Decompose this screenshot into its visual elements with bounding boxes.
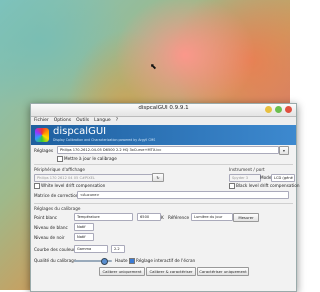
white-level-select[interactable]: Natif [74, 223, 94, 231]
menu-language[interactable]: Langue [94, 117, 111, 125]
tone-curve-select[interactable]: Gamma [74, 245, 108, 253]
app-name: dispcalGUI [53, 126, 107, 137]
instrument-select[interactable]: Spyder 3 [229, 174, 261, 182]
instrument-label: Instrument / port [229, 167, 265, 172]
mouse-cursor-icon: ⬉ [150, 62, 157, 71]
reference-label: Référence [168, 215, 190, 220]
calibrate-profile-button[interactable]: Calibrer & caractériser [146, 267, 196, 276]
menu-tools[interactable]: Outils [76, 117, 89, 125]
window-title: dispcalGUI 0.9.9.1 [138, 105, 189, 111]
display-device-select[interactable]: Philips 170 2612 04 05 C#PIXEL [34, 174, 153, 182]
quality-value: Haute [115, 258, 128, 263]
window-titlebar[interactable]: dispcalGUI 0.9.9.1 [31, 104, 296, 117]
whitepoint-mode-select[interactable]: Température [74, 213, 133, 221]
app-tagline: Display Calibration and Characterization… [53, 138, 156, 142]
white-drift-label: White level drift compensation [41, 183, 106, 188]
app-window: dispcalGUI 0.9.9.1 Fichier Options Outil… [30, 103, 300, 292]
black-drift-checkbox[interactable] [229, 183, 235, 189]
calibrate-only-button[interactable]: Calibrer uniquement [99, 267, 145, 276]
interactive-adjust-label: Réglage interactif de l'écran [136, 258, 196, 263]
white-level-label: Niveau de blanc [34, 225, 68, 230]
calibration-section-title: Réglages du calibrage [34, 206, 81, 211]
profile-only-button[interactable]: Caractériser uniquement [197, 267, 249, 276]
close-icon[interactable] [285, 106, 292, 113]
quality-label: Qualité du calibrage [34, 258, 77, 263]
settings-select[interactable]: Philips 170-2612-04-05 D6500 2.2 HQ 3xCu… [57, 146, 279, 154]
correction-select[interactable]: <Aucune> [77, 191, 289, 199]
display-device-label: Périphérique d'affichage [34, 167, 86, 172]
mode-select[interactable]: LCD (géné [271, 174, 295, 182]
mode-label: Mode [260, 175, 272, 180]
black-level-select[interactable]: Natif [74, 233, 94, 241]
app-logo-icon [35, 128, 49, 142]
measure-button[interactable]: Mesurer [233, 213, 259, 222]
quality-slider-knob[interactable] [101, 258, 108, 265]
interactive-adjust-checkbox[interactable] [129, 258, 135, 264]
correction-label: Matrice de correction [34, 193, 79, 198]
kelvin-unit: K [161, 215, 164, 220]
menu-help[interactable]: ? [116, 117, 118, 125]
gamma-input[interactable]: 2.2 [111, 245, 125, 253]
update-calibration-checkbox[interactable] [57, 156, 63, 162]
whitepoint-label: Point blanc [34, 215, 58, 220]
black-level-label: Niveau de noir [34, 235, 65, 240]
settings-label: Réglages [34, 148, 54, 153]
black-drift-label: Black level drift compensation [236, 183, 300, 188]
white-drift-checkbox[interactable] [34, 183, 40, 189]
maximize-icon[interactable] [275, 106, 282, 113]
reference-select[interactable]: Lumière du jour [191, 213, 233, 221]
whitepoint-temp-input[interactable]: 6500 [137, 213, 161, 221]
tone-curve-label: Courbe des couleurs [34, 247, 77, 252]
display-refresh-button[interactable]: ↻ [152, 173, 164, 182]
menu-options[interactable]: Options [54, 117, 71, 125]
app-banner: dispcalGUI Display Calibration and Chara… [31, 125, 296, 145]
update-calibration-label: Mettre à jour le calibrage [64, 156, 117, 161]
menu-file[interactable]: Fichier [34, 117, 49, 125]
main-panel: Réglages Philips 170-2612-04-05 D6500 2.… [31, 146, 300, 291]
settings-menu-button[interactable]: ▾ [279, 146, 289, 155]
minimize-icon[interactable] [265, 106, 272, 113]
menu-bar: Fichier Options Outils Langue ? [31, 117, 296, 125]
